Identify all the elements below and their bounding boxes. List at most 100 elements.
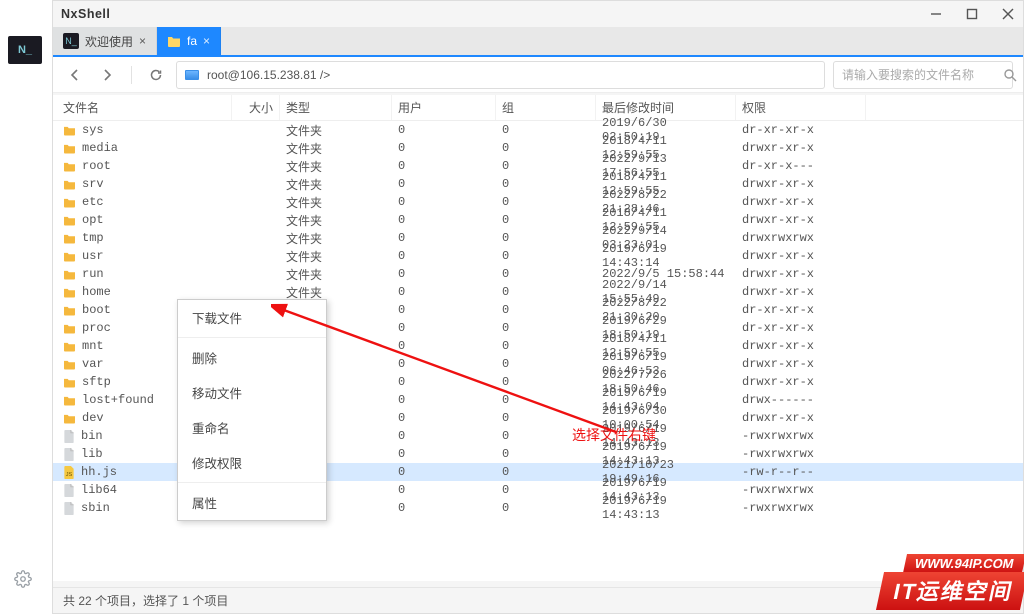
- col-user[interactable]: 用户: [392, 95, 496, 120]
- file-name: proc: [82, 321, 111, 335]
- tab-label: fa: [187, 34, 197, 48]
- col-type[interactable]: 类型: [280, 95, 392, 120]
- close-icon[interactable]: [1001, 7, 1015, 21]
- file-user: 0: [392, 447, 496, 461]
- file-perm: drwxr-xr-x: [736, 213, 866, 227]
- file-group: 0: [496, 249, 596, 263]
- col-name[interactable]: 文件名: [57, 95, 232, 120]
- file-user: 0: [392, 501, 496, 515]
- file-perm: drwxr-xr-x: [736, 141, 866, 155]
- file-perm: -rwxrwxrwx: [736, 447, 866, 461]
- search-icon[interactable]: [1003, 68, 1017, 82]
- search-input[interactable]: [842, 68, 997, 82]
- file-group: 0: [496, 483, 596, 497]
- table-row[interactable]: tmp文件夹002022/9/14 03:23:01drwxrwxrwx: [53, 229, 1023, 247]
- file-name: lost+found: [82, 393, 154, 407]
- file-name: sbin: [81, 501, 110, 515]
- watermark-url: WWW.94IP.COM: [903, 554, 1024, 573]
- table-row[interactable]: run文件夹002022/9/5 15:58:44drwxr-xr-x: [53, 265, 1023, 283]
- settings-gear-icon[interactable]: [14, 570, 32, 588]
- maximize-icon[interactable]: [965, 7, 979, 21]
- table-row[interactable]: media文件夹002018/4/11 12:59:55drwxr-xr-x: [53, 139, 1023, 157]
- file-perm: drwxr-xr-x: [736, 177, 866, 191]
- file-icon: [63, 430, 75, 443]
- file-name: media: [82, 141, 118, 155]
- tab-close-icon[interactable]: ×: [139, 34, 146, 48]
- file-mtime: 2019/6/19 14:43:14: [596, 242, 736, 270]
- separator: [131, 66, 132, 84]
- file-name: sftp: [82, 375, 111, 389]
- file-name: mnt: [82, 339, 104, 353]
- file-group: 0: [496, 501, 596, 515]
- tab-close-icon[interactable]: ×: [203, 34, 210, 48]
- file-name: usr: [82, 249, 104, 263]
- file-perm: -rw-r--r--: [736, 465, 866, 479]
- file-group: 0: [496, 213, 596, 227]
- ctx-item[interactable]: 修改权限: [178, 445, 326, 480]
- folder-icon: [63, 413, 76, 424]
- table-row[interactable]: sys文件夹002019/6/30 02:50:19dr-xr-xr-x: [53, 121, 1023, 139]
- file-type: 文件夹: [280, 158, 392, 175]
- file-type: 文件夹: [280, 176, 392, 193]
- col-group[interactable]: 组: [496, 95, 596, 120]
- folder-icon: [63, 395, 76, 406]
- table-row[interactable]: opt文件夹002018/4/11 12:59:55drwxr-xr-x: [53, 211, 1023, 229]
- ctx-item[interactable]: 属性: [178, 485, 326, 520]
- refresh-icon[interactable]: [144, 63, 168, 87]
- nav-back-icon[interactable]: [63, 63, 87, 87]
- file-perm: drwx------: [736, 393, 866, 407]
- table-row[interactable]: usr文件夹002019/6/19 14:43:14drwxr-xr-x: [53, 247, 1023, 265]
- search-box[interactable]: [833, 61, 1013, 89]
- file-perm: drwxr-xr-x: [736, 249, 866, 263]
- file-type: 文件夹: [280, 266, 392, 283]
- file-user: 0: [392, 483, 496, 497]
- col-perm[interactable]: 权限: [736, 95, 866, 120]
- table-row[interactable]: root文件夹002022/9/13 17:56:55dr-xr-x---: [53, 157, 1023, 175]
- js-file-icon: JS: [63, 466, 75, 479]
- folder-icon: [63, 377, 76, 388]
- file-perm: dr-xr-xr-x: [736, 303, 866, 317]
- file-group: 0: [496, 267, 596, 281]
- watermark-brand: IT运维空间: [876, 572, 1024, 610]
- file-perm: dr-xr-x---: [736, 159, 866, 173]
- tab-welcome[interactable]: N_ 欢迎使用 ×: [53, 27, 157, 55]
- ctx-separator: [178, 482, 326, 483]
- file-name: etc: [82, 195, 104, 209]
- folder-icon: [63, 233, 76, 244]
- file-user: 0: [392, 465, 496, 479]
- address-bar[interactable]: root@106.15.238.81 />: [176, 61, 825, 89]
- tab-active[interactable]: fa ×: [157, 27, 221, 55]
- folder-icon: [63, 197, 76, 208]
- file-group: 0: [496, 465, 596, 479]
- nav-forward-icon[interactable]: [95, 63, 119, 87]
- address-text: root@106.15.238.81 />: [207, 68, 330, 82]
- file-name: var: [82, 357, 104, 371]
- table-row[interactable]: etc文件夹002022/8/22 21:28:46drwxr-xr-x: [53, 193, 1023, 211]
- file-perm: drwxr-xr-x: [736, 375, 866, 389]
- file-perm: dr-xr-xr-x: [736, 123, 866, 137]
- file-user: 0: [392, 141, 496, 155]
- folder-icon: [63, 125, 76, 136]
- file-perm: drwxr-xr-x: [736, 357, 866, 371]
- toolbar: root@106.15.238.81 />: [53, 55, 1023, 93]
- file-name: dev: [82, 411, 104, 425]
- file-type: 文件夹: [280, 140, 392, 157]
- file-group: 0: [496, 141, 596, 155]
- file-user: 0: [392, 249, 496, 263]
- folder-icon: [63, 341, 76, 352]
- folder-icon: [63, 359, 76, 370]
- annotation-label: 选择文件右键: [572, 425, 656, 445]
- minimize-icon[interactable]: [929, 7, 943, 21]
- file-name: tmp: [82, 231, 104, 245]
- folder-icon: [63, 251, 76, 262]
- col-size[interactable]: 大小: [232, 95, 280, 120]
- file-user: 0: [392, 159, 496, 173]
- file-type: 文件夹: [280, 230, 392, 247]
- folder-icon: [63, 323, 76, 334]
- table-row[interactable]: srv文件夹002018/4/11 12:59:55drwxr-xr-x: [53, 175, 1023, 193]
- folder-icon: [63, 269, 76, 280]
- file-name: bin: [81, 429, 103, 443]
- file-perm: drwxrwxrwx: [736, 231, 866, 245]
- file-type: 文件夹: [280, 248, 392, 265]
- file-name: lib64: [81, 483, 117, 497]
